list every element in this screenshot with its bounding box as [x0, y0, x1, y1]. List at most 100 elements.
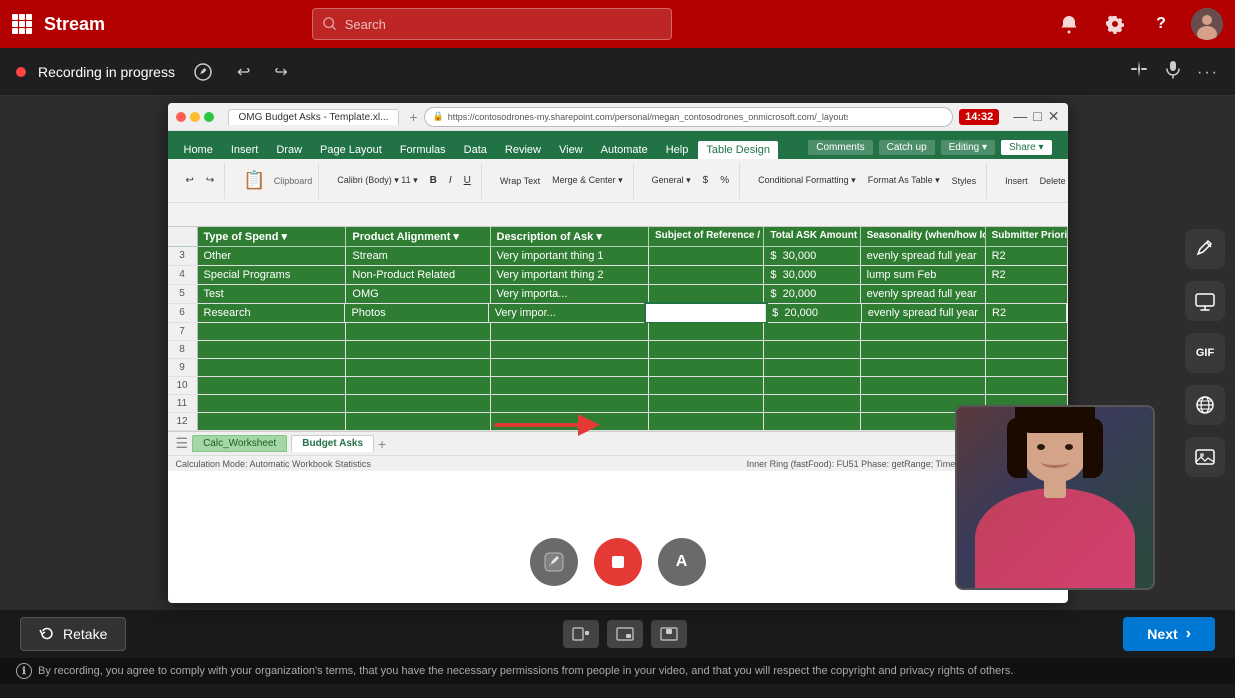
minimize-dot[interactable] — [190, 112, 200, 122]
bold-btn[interactable]: B — [426, 173, 441, 188]
percent-btn[interactable]: % — [716, 173, 733, 188]
cell-5d[interactable] — [649, 285, 764, 303]
cell-7g[interactable] — [986, 323, 1068, 340]
screen-share-btn[interactable] — [1185, 281, 1225, 321]
cell-7a[interactable] — [198, 323, 347, 340]
cell-5b[interactable]: OMG — [346, 285, 490, 303]
cell-7e[interactable] — [764, 323, 860, 340]
cell-3a[interactable]: Other — [198, 247, 347, 265]
cell-6b[interactable]: Photos — [345, 304, 488, 322]
conditional-format-btn[interactable]: Conditional Formatting ▾ — [754, 173, 860, 188]
browser-tab[interactable]: OMG Budget Asks - Template.xl... — [228, 109, 400, 125]
pen-annotation-icon[interactable] — [187, 56, 219, 88]
gif-btn[interactable]: GIF — [1185, 333, 1225, 373]
cell-6d-selected[interactable] — [646, 304, 766, 322]
settings-icon[interactable] — [1099, 8, 1131, 40]
pen-tool-btn[interactable] — [1185, 229, 1225, 269]
cell-4b[interactable]: Non-Product Related — [346, 266, 490, 284]
cell-5f[interactable]: evenly spread full year — [861, 285, 986, 303]
compass-icon[interactable] — [1129, 59, 1149, 84]
cell-4f[interactable]: lump sum Feb — [861, 266, 986, 284]
ribbon-tab-home[interactable]: Home — [176, 141, 221, 159]
tab-add-icon[interactable]: + — [409, 109, 417, 125]
cell-6c[interactable]: Very impor... — [489, 304, 646, 322]
browser-close-icon[interactable]: ✕ — [1048, 108, 1060, 125]
redo-tool[interactable]: ↪ — [202, 173, 218, 188]
stop-recording-btn[interactable] — [594, 538, 642, 586]
retake-button[interactable]: Retake — [20, 617, 126, 651]
ribbon-tab-data[interactable]: Data — [456, 141, 495, 159]
help-icon[interactable]: ? — [1145, 8, 1177, 40]
cell-3d[interactable] — [649, 247, 764, 265]
merge-center-btn[interactable]: Merge & Center ▾ — [548, 173, 627, 188]
comments-btn[interactable]: Comments — [808, 140, 872, 155]
sheet-tab-budget[interactable]: Budget Asks — [291, 435, 374, 452]
cell-5e[interactable]: $ 20,000 — [764, 285, 860, 303]
paste-btn[interactable]: 📋 — [239, 168, 269, 193]
insert-btn[interactable]: Insert — [1001, 174, 1032, 188]
ribbon-tab-draw[interactable]: Draw — [268, 141, 310, 159]
cell-7d[interactable] — [649, 323, 764, 340]
cell-7c[interactable] — [491, 323, 649, 340]
font-selector[interactable]: Calibri (Body) ▾ 11 ▾ — [333, 173, 421, 188]
layout-btn-3[interactable] — [651, 620, 687, 648]
cell-5c[interactable]: Very importa... — [491, 285, 649, 303]
ribbon-tab-tabledesign[interactable]: Table Design — [698, 141, 778, 159]
image-btn[interactable] — [1185, 437, 1225, 477]
number-format[interactable]: General ▾ — [648, 173, 695, 188]
ribbon-tab-view[interactable]: View — [551, 141, 591, 159]
cell-3b[interactable]: Stream — [346, 247, 490, 265]
search-bar[interactable]: Search — [312, 8, 672, 40]
cell-4a[interactable]: Special Programs — [198, 266, 347, 284]
cell-4c[interactable]: Very important thing 2 — [491, 266, 649, 284]
cell-6e[interactable]: $ 20,000 — [766, 304, 862, 322]
cell-7f[interactable] — [861, 323, 986, 340]
ribbon-tab-help[interactable]: Help — [658, 141, 697, 159]
share-btn[interactable]: Share ▾ — [1001, 140, 1051, 155]
sheet-tab-calc[interactable]: Calc_Worksheet — [192, 435, 287, 452]
next-button[interactable]: Next › — [1123, 617, 1215, 651]
cell-3e[interactable]: $ 30,000 — [764, 247, 860, 265]
layout-btn-2[interactable] — [607, 620, 643, 648]
ribbon-tab-automate[interactable]: Automate — [593, 141, 656, 159]
maximize-dot[interactable] — [204, 112, 214, 122]
italic-btn[interactable]: I — [445, 173, 456, 188]
cell-5g[interactable] — [986, 285, 1068, 303]
cell-5a[interactable]: Test — [198, 285, 347, 303]
ribbon-tab-review[interactable]: Review — [497, 141, 549, 159]
cell-3c[interactable]: Very important thing 1 — [491, 247, 649, 265]
layout-btn-1[interactable] — [563, 620, 599, 648]
delete-btn[interactable]: Delete — [1036, 174, 1068, 188]
cell-3f[interactable]: evenly spread full year — [861, 247, 986, 265]
cell-3g[interactable]: R2 — [986, 247, 1068, 265]
editing-btn[interactable]: Editing ▾ — [941, 140, 995, 155]
cell-4d[interactable] — [649, 266, 764, 284]
cell-4g[interactable]: R2 — [986, 266, 1068, 284]
redo-button[interactable]: ↪ — [268, 58, 293, 86]
cell-styles-btn[interactable]: Styles — [948, 174, 981, 188]
sheet-add-icon[interactable]: + — [378, 436, 386, 452]
cell-7b[interactable] — [346, 323, 490, 340]
format-as-table-btn[interactable]: Format As Table ▾ — [864, 173, 944, 188]
ribbon-tab-pagelayout[interactable]: Page Layout — [312, 141, 390, 159]
grid-icon[interactable] — [12, 14, 32, 34]
underline-btn[interactable]: U — [460, 173, 475, 188]
user-avatar[interactable] — [1191, 8, 1223, 40]
sheet-menu-icon[interactable]: ☰ — [176, 435, 189, 452]
currency-btn[interactable]: $ — [699, 173, 713, 188]
text-tool-btn[interactable]: A — [658, 538, 706, 586]
wrap-text-btn[interactable]: Wrap Text — [496, 174, 544, 188]
close-dot[interactable] — [176, 112, 186, 122]
more-options-icon[interactable]: ··· — [1197, 61, 1219, 82]
cell-4e[interactable]: $ 30,000 — [764, 266, 860, 284]
ribbon-tab-insert[interactable]: Insert — [223, 141, 267, 159]
notification-icon[interactable] — [1053, 8, 1085, 40]
browser-minimize-icon[interactable]: — — [1013, 108, 1027, 125]
catchup-btn[interactable]: Catch up — [879, 140, 935, 155]
cell-6a[interactable]: Research — [198, 304, 346, 322]
address-bar[interactable]: 🔒 https://contosodrones-my.sharepoint.co… — [424, 107, 954, 127]
browser-maximize-icon[interactable]: □ — [1033, 108, 1041, 125]
globe-btn[interactable] — [1185, 385, 1225, 425]
cell-6g[interactable]: R2 — [986, 304, 1067, 322]
undo-button[interactable]: ↩ — [231, 58, 256, 86]
